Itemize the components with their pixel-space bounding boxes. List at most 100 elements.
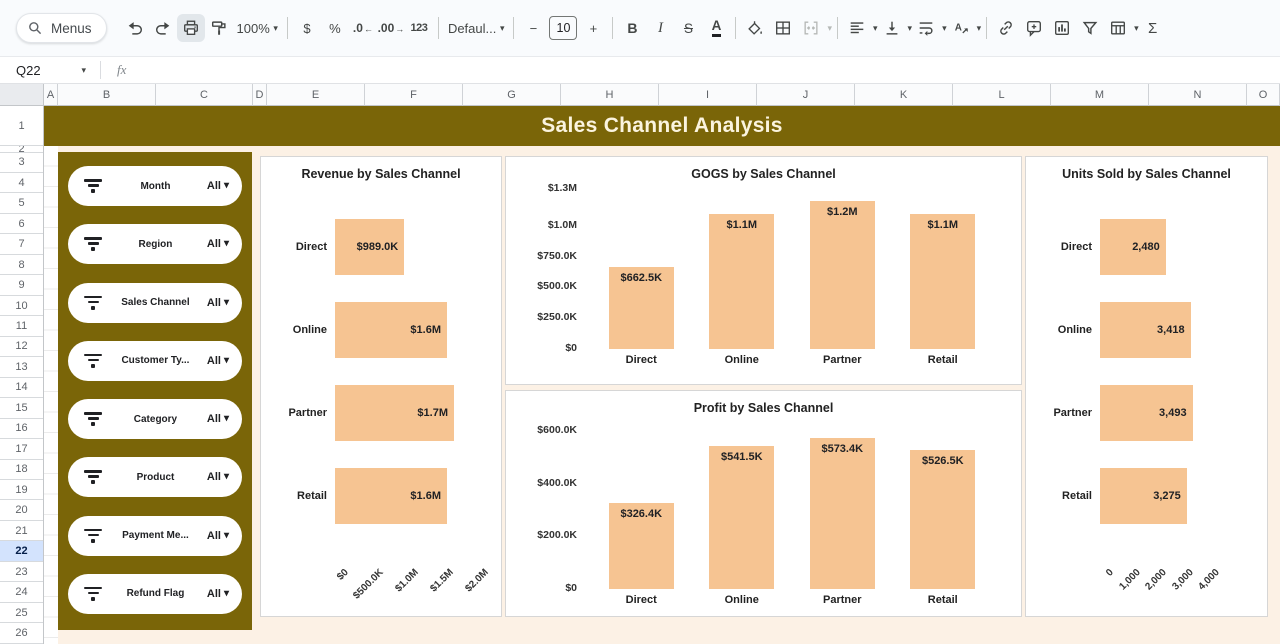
zoom-select[interactable]: 100% ▾ xyxy=(233,14,282,42)
row-header-18[interactable]: 18 xyxy=(0,460,43,480)
slicer-value-dropdown[interactable]: All▾ xyxy=(207,413,229,425)
font-size-input[interactable]: 10 xyxy=(549,16,577,40)
row-header-14[interactable]: 14 xyxy=(0,378,43,398)
row-header-19[interactable]: 19 xyxy=(0,480,43,500)
gogs-chart[interactable]: GOGS by Sales Channel$1.3M$1.0M$750.0K$5… xyxy=(505,156,1022,385)
column-header-I[interactable]: I xyxy=(659,84,757,106)
format-currency-button[interactable]: $ xyxy=(293,14,321,42)
format-percent-button[interactable]: % xyxy=(321,14,349,42)
row-header-26[interactable]: 26 xyxy=(0,623,43,643)
row-header-15[interactable]: 15 xyxy=(0,398,43,418)
slicer-value-dropdown[interactable]: All▾ xyxy=(207,471,229,483)
fill-color-button[interactable] xyxy=(741,14,769,42)
text-rotation-button[interactable]: A xyxy=(947,14,975,42)
row-header-7[interactable]: 7 xyxy=(0,234,43,254)
row-header-20[interactable]: 20 xyxy=(0,500,43,520)
bars-area: $326.4K$541.5K$573.4K$526.5K xyxy=(591,423,993,589)
row-header-10[interactable]: 10 xyxy=(0,296,43,316)
column-header-B[interactable]: B xyxy=(58,84,156,106)
revenue-chart[interactable]: Revenue by Sales ChannelDirect$989.0KOnl… xyxy=(260,156,502,617)
row-header-1[interactable]: 1 xyxy=(0,106,43,146)
insert-chart-button[interactable] xyxy=(1048,14,1076,42)
slicer-value-dropdown[interactable]: All▾ xyxy=(207,588,229,600)
chevron-down-icon[interactable]: ▾ xyxy=(827,24,832,33)
column-header-A[interactable]: A xyxy=(44,84,58,106)
table-views-button[interactable] xyxy=(1104,14,1132,42)
decrease-font-size-button[interactable]: − xyxy=(519,14,547,42)
column-header-O[interactable]: O xyxy=(1247,84,1280,106)
slicer-category[interactable]: CategoryAll▾ xyxy=(68,399,242,439)
horizontal-align-button[interactable] xyxy=(843,14,871,42)
row-header-23[interactable]: 23 xyxy=(0,562,43,582)
row-header-11[interactable]: 11 xyxy=(0,316,43,336)
sheet-grid[interactable]: Sales Channel Analysis MonthAll▾RegionAl… xyxy=(44,106,1280,644)
row-header-4[interactable]: 4 xyxy=(0,173,43,193)
row-header-9[interactable]: 9 xyxy=(0,275,43,295)
row-header-12[interactable]: 12 xyxy=(0,337,43,357)
increase-font-size-button[interactable]: + xyxy=(579,14,607,42)
slicer-payment-me[interactable]: Payment Me...All▾ xyxy=(68,516,242,556)
column-header-G[interactable]: G xyxy=(463,84,561,106)
print-button[interactable] xyxy=(177,14,205,42)
row-header-3[interactable]: 3 xyxy=(0,153,43,173)
units-sold-chart[interactable]: Units Sold by Sales ChannelDirect2,480On… xyxy=(1025,156,1268,617)
slicer-value-dropdown[interactable]: All▾ xyxy=(207,180,229,192)
row-header-21[interactable]: 21 xyxy=(0,521,43,541)
create-filter-button[interactable] xyxy=(1076,14,1104,42)
decrease-decimal-button[interactable]: .0← xyxy=(349,14,377,42)
slicer-refund-flag[interactable]: Refund FlagAll▾ xyxy=(68,574,242,614)
slicer-customer-ty[interactable]: Customer Ty...All▾ xyxy=(68,341,242,381)
more-formats-button[interactable]: 123 xyxy=(405,14,433,42)
slicer-sales-channel[interactable]: Sales ChannelAll▾ xyxy=(68,283,242,323)
paint-format-button[interactable] xyxy=(205,14,233,42)
undo-button[interactable] xyxy=(121,14,149,42)
merge-cells-button[interactable] xyxy=(797,14,825,42)
column-header-J[interactable]: J xyxy=(757,84,855,106)
slicer-value-dropdown[interactable]: All▾ xyxy=(207,355,229,367)
borders-button[interactable] xyxy=(769,14,797,42)
select-all-corner[interactable] xyxy=(0,84,44,106)
row-header-22[interactable]: 22 xyxy=(0,541,43,561)
insert-comment-button[interactable] xyxy=(1020,14,1048,42)
slicer-value-dropdown[interactable]: All▾ xyxy=(207,297,229,309)
row-header-8[interactable]: 8 xyxy=(0,255,43,275)
vertical-align-button[interactable] xyxy=(878,14,906,42)
row-header-25[interactable]: 25 xyxy=(0,603,43,623)
italic-button[interactable]: I xyxy=(646,14,674,42)
column-header-D[interactable]: D xyxy=(253,84,267,106)
column-header-H[interactable]: H xyxy=(561,84,659,106)
text-wrap-button[interactable] xyxy=(912,14,940,42)
row-header-24[interactable]: 24 xyxy=(0,582,43,602)
row-header-13[interactable]: 13 xyxy=(0,357,43,377)
chevron-down-icon[interactable]: ▾ xyxy=(1134,24,1139,33)
column-header-M[interactable]: M xyxy=(1051,84,1149,106)
text-color-button[interactable]: A xyxy=(702,14,730,42)
menus-search[interactable]: Menus xyxy=(16,13,107,43)
slicer-value-dropdown[interactable]: All▾ xyxy=(207,238,229,250)
functions-button[interactable]: Σ xyxy=(1139,14,1167,42)
column-header-K[interactable]: K xyxy=(855,84,953,106)
category-label: Partner xyxy=(792,354,893,366)
name-box[interactable]: Q22 ▾ xyxy=(0,63,96,78)
increase-decimal-button[interactable]: .00→ xyxy=(377,14,405,42)
row-header-16[interactable]: 16 xyxy=(0,419,43,439)
column-header-L[interactable]: L xyxy=(953,84,1051,106)
bold-button[interactable]: B xyxy=(618,14,646,42)
slicer-value-dropdown[interactable]: All▾ xyxy=(207,530,229,542)
slicer-region[interactable]: RegionAll▾ xyxy=(68,224,242,264)
slicer-product[interactable]: ProductAll▾ xyxy=(68,457,242,497)
column-header-N[interactable]: N xyxy=(1149,84,1247,106)
column-header-C[interactable]: C xyxy=(156,84,253,106)
row-header-17[interactable]: 17 xyxy=(0,439,43,459)
insert-link-button[interactable] xyxy=(992,14,1020,42)
row-header-6[interactable]: 6 xyxy=(0,214,43,234)
column-header-F[interactable]: F xyxy=(365,84,463,106)
chevron-down-icon[interactable]: ▾ xyxy=(977,24,982,33)
redo-button[interactable] xyxy=(149,14,177,42)
profit-chart[interactable]: Profit by Sales Channel$600.0K$400.0K$20… xyxy=(505,390,1022,617)
slicer-month[interactable]: MonthAll▾ xyxy=(68,166,242,206)
strikethrough-button[interactable]: S xyxy=(674,14,702,42)
column-header-E[interactable]: E xyxy=(267,84,365,106)
font-family-select[interactable]: Defaul... ▾ xyxy=(444,14,509,42)
row-header-5[interactable]: 5 xyxy=(0,193,43,213)
